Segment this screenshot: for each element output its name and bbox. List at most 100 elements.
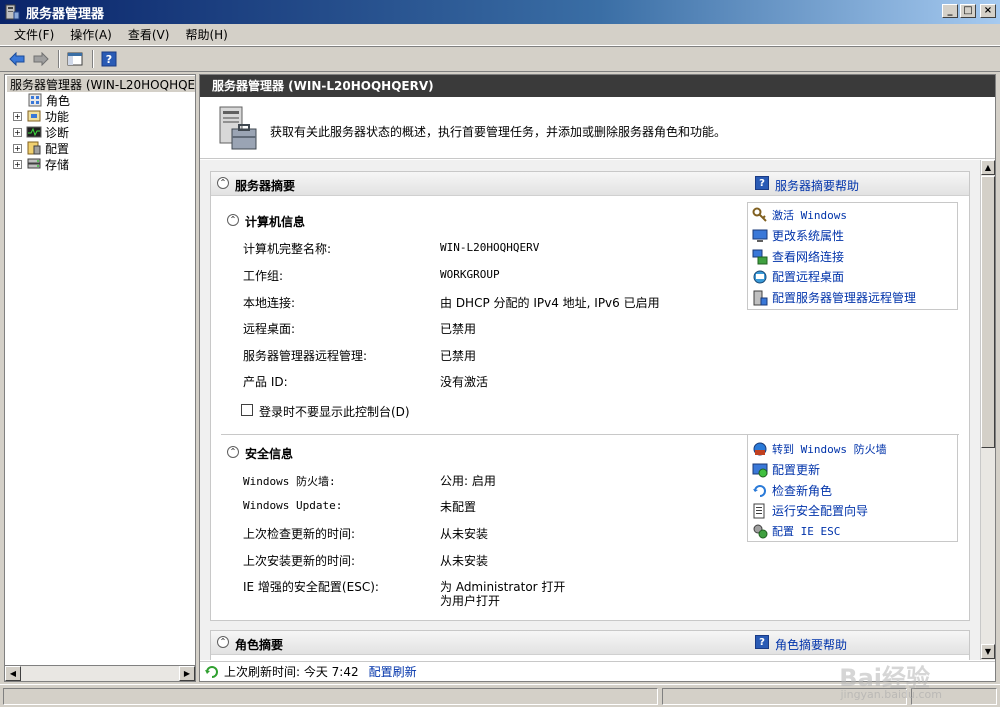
security-info-tasks: 转到 Windows 防火墙 配置更新 检查新角色 运行安全配置向导 配置 IE… <box>747 434 958 542</box>
collapse-icon[interactable]: ⌃ <box>217 177 229 189</box>
tree-item-storage[interactable]: + 存储 <box>13 156 69 172</box>
configure-refresh-link[interactable]: 配置刷新 <box>369 663 417 680</box>
server-manager-icon <box>5 4 20 20</box>
tree-item-configuration[interactable]: + 配置 <box>13 140 69 156</box>
storage-icon <box>27 158 41 169</box>
menu-view[interactable]: 查看(V) <box>120 24 178 45</box>
scroll-right-arrow-icon[interactable]: ▶ <box>179 666 195 681</box>
restore-button[interactable]: □ <box>960 4 976 18</box>
task-go-to-firewall[interactable]: 转到 Windows 防火墙 <box>752 441 887 457</box>
tree-item-diagnostics[interactable]: + 诊断 <box>13 124 69 140</box>
task-configure-remote-management[interactable]: 配置服务器管理器远程管理 <box>752 289 916 306</box>
last-install-label: 上次安装更新的时间: <box>243 554 356 568</box>
server-summary-title: 服务器摘要 <box>235 179 296 193</box>
close-button[interactable]: × <box>980 4 996 18</box>
menu-file[interactable]: 文件(F) <box>6 24 62 45</box>
collapse-icon[interactable]: ⌃ <box>217 636 229 648</box>
last-check-value: 从未安装 <box>440 527 489 541</box>
last-refresh-text: 上次刷新时间: 今天 7:42 <box>224 665 359 679</box>
remote-management-value: 已禁用 <box>440 349 477 363</box>
key-icon <box>752 207 767 222</box>
scroll-down-arrow-icon[interactable]: ▼ <box>981 644 995 659</box>
task-configure-remote-desktop[interactable]: 配置远程桌面 <box>752 268 844 285</box>
expand-icon[interactable]: + <box>13 127 22 137</box>
task-label[interactable]: 运行安全配置向导 <box>772 502 868 519</box>
back-button[interactable] <box>6 49 28 69</box>
window-title: 服务器管理器 <box>26 6 105 22</box>
expand-icon[interactable]: + <box>13 159 22 169</box>
console-tree-icon <box>67 52 83 66</box>
ie-esc-value-users: 为用户打开 <box>440 594 501 608</box>
last-install-value: 从未安装 <box>440 554 489 568</box>
firewall-label: Windows 防火墙: <box>243 475 336 488</box>
tree-horizontal-scrollbar[interactable]: ◀ ▶ <box>4 665 196 682</box>
server-summary-section: ⌃ 服务器摘要 ? 服务器摘要帮助 ⌃ 计算机信息 计算机完整名称: WIN-L… <box>210 171 970 621</box>
menu-help[interactable]: 帮助(H) <box>177 24 235 45</box>
help-button[interactable]: ? <box>98 49 120 69</box>
content-vertical-scrollbar[interactable]: ▲ ▼ <box>980 160 995 660</box>
forward-button[interactable] <box>30 49 52 69</box>
configuration-icon <box>27 141 41 155</box>
minimize-button[interactable]: _ <box>942 4 958 18</box>
menu-bar: 文件(F) 操作(A) 查看(V) 帮助(H) <box>0 24 1000 46</box>
network-icon <box>752 249 768 264</box>
task-change-system-properties[interactable]: 更改系统属性 <box>752 227 844 244</box>
toolbar-separator <box>58 50 60 68</box>
task-label[interactable]: 转到 Windows 防火墙 <box>772 441 887 457</box>
console-tree: 服务器管理器 (WIN-L20HOQHQER 角色 + 功能 + 诊断 + 配置 <box>4 74 196 666</box>
expand-icon[interactable]: + <box>13 111 22 121</box>
status-cell <box>3 688 658 705</box>
task-configure-ie-esc[interactable]: 配置 IE ESC <box>752 523 840 539</box>
roles-summary-help-link[interactable]: 角色摘要帮助 <box>775 636 847 653</box>
details-pane: 服务器管理器 (WIN-L20HOQHQERV) 获取有关此服务器状态的概述，执… <box>199 74 996 682</box>
task-label[interactable]: 配置 IE ESC <box>772 523 840 539</box>
help-icon: ? <box>755 176 769 190</box>
task-label[interactable]: 激活 Windows <box>772 207 847 223</box>
dont-show-at-logon-checkbox[interactable] <box>241 404 253 416</box>
computer-info-tasks: 激活 Windows 更改系统属性 查看网络连接 配置远程桌面 配置服务器管理器… <box>747 202 958 310</box>
task-configure-updates[interactable]: 配置更新 <box>752 461 820 478</box>
update-icon <box>752 463 768 477</box>
back-arrow-icon <box>9 52 25 66</box>
task-activate-windows[interactable]: 激活 Windows <box>752 207 847 223</box>
workgroup-value: WORKGROUP <box>440 268 500 281</box>
task-label[interactable]: 检查新角色 <box>772 482 832 499</box>
collapse-icon[interactable]: ⌃ <box>227 446 239 458</box>
dont-show-at-logon-label: 登录时不要显示此控制台(D) <box>259 405 410 419</box>
roles-summary-section: ⌃ 角色摘要 ? 角色摘要帮助 <box>210 630 970 660</box>
menu-action[interactable]: 操作(A) <box>62 24 120 45</box>
show-hide-console-tree-button[interactable] <box>64 49 86 69</box>
scroll-left-arrow-icon[interactable]: ◀ <box>5 666 21 681</box>
summary-content: ⌃ 服务器摘要 ? 服务器摘要帮助 ⌃ 计算机信息 计算机完整名称: WIN-L… <box>200 160 980 660</box>
task-label[interactable]: 查看网络连接 <box>772 248 844 265</box>
task-label[interactable]: 配置更新 <box>772 461 820 478</box>
collapse-icon[interactable]: ⌃ <box>227 214 239 226</box>
expand-icon[interactable]: + <box>13 143 22 153</box>
remote-desktop-label: 远程桌面: <box>243 322 296 336</box>
remote-desktop-icon <box>753 270 767 283</box>
tree-root-server-manager[interactable]: 服务器管理器 (WIN-L20HOQHQER <box>7 76 195 92</box>
tree-item-features[interactable]: + 功能 <box>13 108 69 124</box>
task-label[interactable]: 配置远程桌面 <box>772 268 844 285</box>
task-label[interactable]: 更改系统属性 <box>772 227 844 244</box>
tree-item-label: 角色 <box>46 93 71 108</box>
roles-summary-header: ⌃ 角色摘要 ? 角色摘要帮助 <box>211 631 969 655</box>
server-toolbox-icon <box>219 106 257 150</box>
task-check-new-roles[interactable]: 检查新角色 <box>752 482 832 499</box>
details-header: 服务器管理器 (WIN-L20HOQHQERV) <box>200 75 995 97</box>
computer-name-value: WIN-L20HOQHQERV <box>440 241 540 254</box>
tree-item-label: 功能 <box>45 109 70 124</box>
tree-item-label: 存储 <box>45 157 70 172</box>
tree-item-roles[interactable]: 角色 <box>27 92 70 108</box>
refresh-icon <box>205 665 218 678</box>
roles-summary-title: 角色摘要 <box>235 638 284 652</box>
scrollbar-thumb[interactable] <box>981 176 995 448</box>
remote-management-label: 服务器管理器远程管理: <box>243 349 368 363</box>
forward-arrow-icon <box>33 52 49 66</box>
task-run-security-wizard[interactable]: 运行安全配置向导 <box>752 502 868 519</box>
task-label[interactable]: 配置服务器管理器远程管理 <box>772 289 916 306</box>
tree-item-label: 诊断 <box>45 125 70 140</box>
scroll-up-arrow-icon[interactable]: ▲ <box>981 160 995 175</box>
task-view-network-connections[interactable]: 查看网络连接 <box>752 248 844 265</box>
server-summary-help-link[interactable]: 服务器摘要帮助 <box>775 177 859 194</box>
